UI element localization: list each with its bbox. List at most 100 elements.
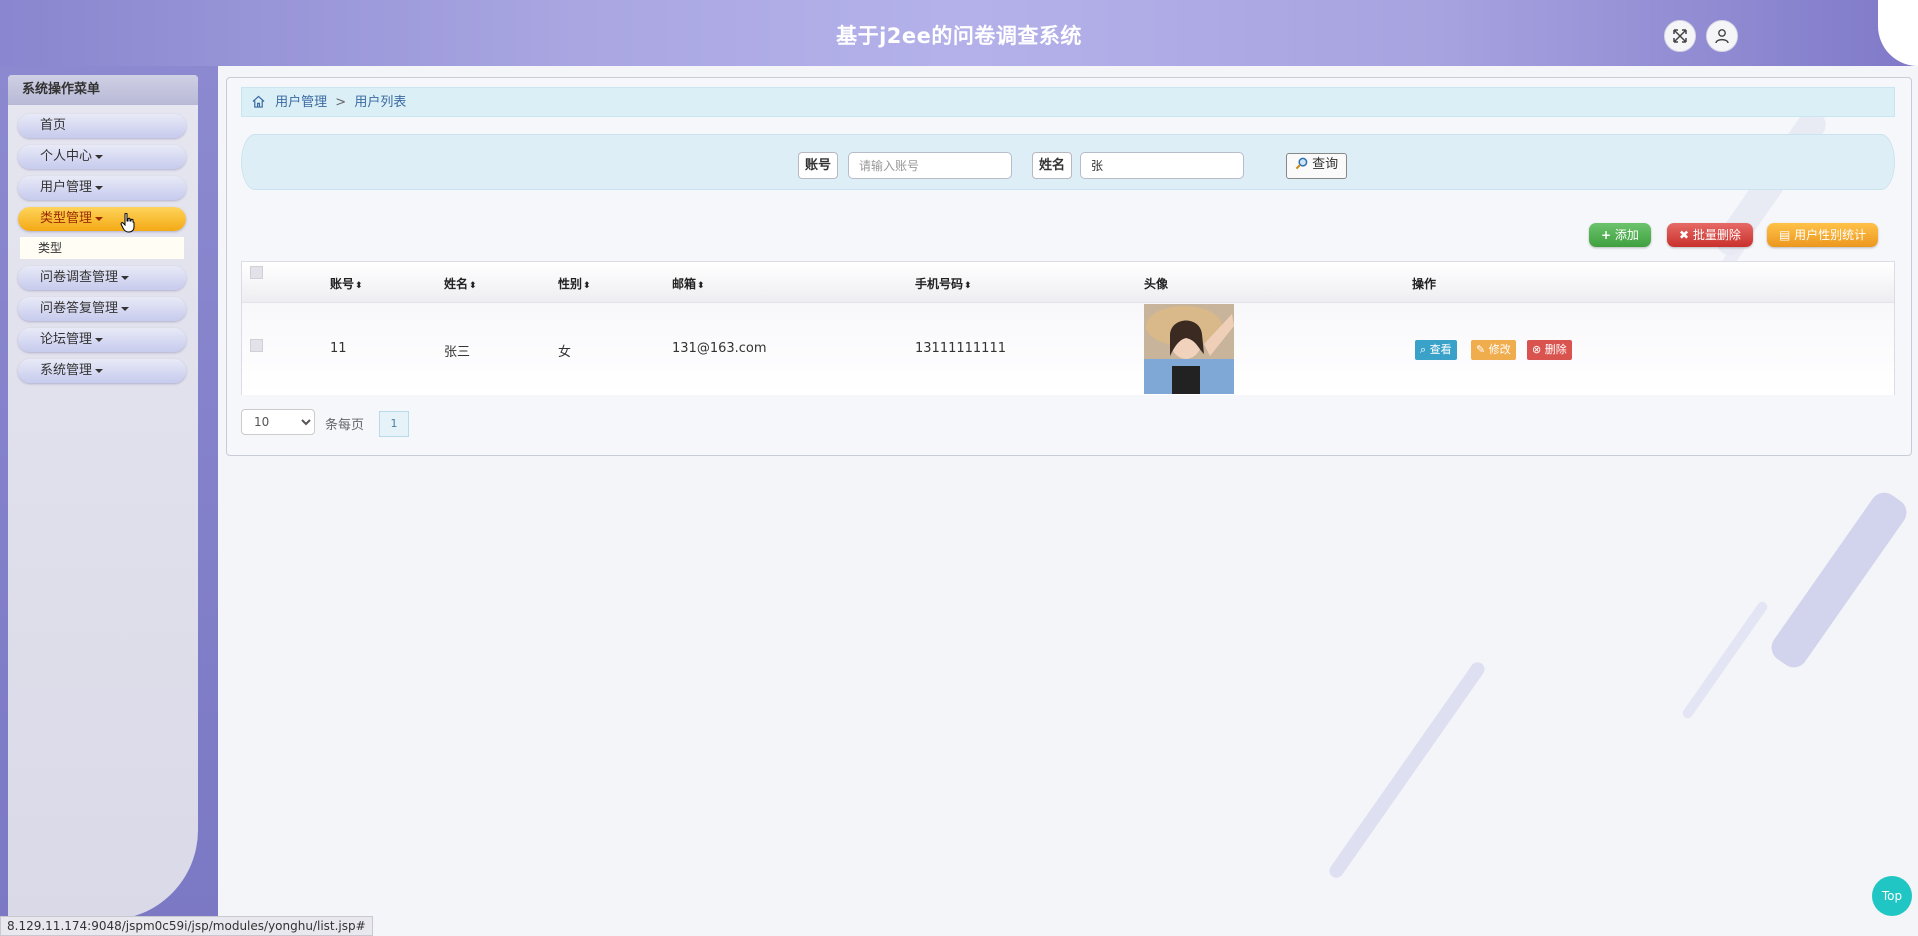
sidebar-item-label: 个人中心 — [40, 149, 93, 164]
breadcrumb-separator: > — [335, 95, 347, 110]
sort-icon: ⬍ — [697, 281, 705, 291]
sidebar-item-label: 用户管理 — [40, 180, 93, 195]
decorative-stripe — [1766, 487, 1912, 673]
caret-down-icon — [95, 154, 104, 159]
avatar — [1144, 304, 1234, 394]
sidebar-item-forum-management[interactable]: 论坛管理 — [18, 328, 186, 352]
caret-down-icon — [121, 306, 130, 311]
column-header-actions: 操作 — [1412, 277, 1437, 291]
top-header: 基于j2ee的问卷调查系统 — [0, 0, 1918, 66]
cell-account: 11 — [330, 341, 347, 356]
caret-down-icon — [95, 216, 104, 221]
column-header-label: 性别 — [558, 277, 583, 291]
column-header-account[interactable]: 账号⬍ — [330, 275, 363, 292]
caret-down-icon — [95, 368, 104, 373]
breadcrumb: 用户管理 > 用户列表 — [241, 87, 1895, 117]
avatar-photo — [1144, 304, 1234, 394]
breadcrumb-user-list: 用户列表 — [354, 95, 407, 110]
column-header-gender[interactable]: 性别⬍ — [558, 275, 591, 292]
breadcrumb-user-management[interactable]: 用户管理 — [275, 95, 327, 110]
search-bar: 账号 姓名 查询 — [241, 134, 1895, 190]
caret-down-icon — [95, 337, 104, 342]
caret-down-icon — [95, 185, 104, 190]
sidebar: 系统操作菜单 首页 个人中心 用户管理 类型管理 类型 问卷调查管理 问卷答复管… — [8, 75, 198, 920]
query-button[interactable]: 查询 — [1286, 153, 1348, 179]
column-header-label: 姓名 — [444, 277, 469, 291]
app-title: 基于j2ee的问卷调查系统 — [836, 24, 1082, 48]
sort-icon: ⬍ — [355, 281, 363, 291]
sidebar-item-type-management[interactable]: 类型管理 — [18, 207, 186, 233]
column-header-name[interactable]: 姓名⬍ — [444, 275, 477, 292]
table-header: 账号⬍ 姓名⬍ 性别⬍ 邮箱⬍ 手机号码⬍ 头像 操作 — [242, 262, 1894, 303]
search-icon: ⌕ — [1420, 343, 1427, 356]
sidebar-item-label: 系统管理 — [40, 363, 93, 378]
sort-icon: ⬍ — [583, 281, 591, 291]
sidebar-item-label: 问卷调查管理 — [40, 270, 119, 285]
batch-delete-label: 批量删除 — [1692, 228, 1741, 242]
gender-stats-label: 用户性别统计 — [1794, 228, 1867, 242]
cell-email: 131@163.com — [672, 341, 767, 356]
view-button[interactable]: ⌕ 查看 — [1415, 340, 1457, 360]
name-search-input[interactable] — [1080, 152, 1244, 179]
cell-name: 张三 — [444, 345, 471, 360]
query-button-label: 查询 — [1312, 157, 1339, 172]
sidebar-item-system-management[interactable]: 系统管理 — [18, 359, 186, 383]
fullscreen-button[interactable] — [1664, 20, 1696, 52]
main-panel: 用户管理 > 用户列表 账号 姓名 查询 + 添加 ✖ 批量删除 ▤ 用户性别统… — [226, 77, 1912, 456]
sidebar-item-home[interactable]: 首页 — [18, 114, 186, 138]
circle-x-icon: ⊗ — [1532, 343, 1542, 356]
submenu-item-type[interactable]: 类型 — [20, 237, 184, 259]
sidebar-item-label: 论坛管理 — [40, 332, 93, 347]
back-to-top-button[interactable]: Top — [1872, 876, 1912, 916]
cell-gender: 女 — [558, 345, 572, 360]
hand-cursor-icon — [120, 213, 135, 233]
user-icon — [1715, 29, 1729, 44]
column-header-avatar: 头像 — [1144, 277, 1169, 291]
search-icon — [1295, 157, 1308, 170]
sort-icon: ⬍ — [469, 281, 477, 291]
gender-stats-button[interactable]: ▤ 用户性别统计 — [1767, 223, 1879, 247]
row-checkbox[interactable] — [250, 339, 263, 352]
account-search-input[interactable] — [848, 152, 1012, 179]
sidebar-item-user-management[interactable]: 用户管理 — [18, 176, 186, 200]
cell-phone: 13111111111 — [915, 341, 1006, 356]
browser-status-url: 8.129.11.174:9048/jspm0c59i/jsp/modules/… — [0, 916, 373, 936]
column-header-email[interactable]: 邮箱⬍ — [672, 275, 705, 292]
decorative-stripe — [1326, 659, 1488, 881]
batch-delete-button[interactable]: ✖ 批量删除 — [1667, 223, 1753, 247]
delete-button[interactable]: ⊗ 删除 — [1527, 340, 1572, 360]
plus-icon: + — [1601, 228, 1612, 242]
column-header-label: 手机号码 — [915, 277, 964, 291]
sidebar-item-label: 类型管理 — [40, 211, 93, 226]
view-button-label: 查看 — [1429, 343, 1452, 356]
close-icon: ✖ — [1679, 228, 1690, 242]
sidebar-item-label: 问卷答复管理 — [40, 301, 119, 316]
per-page-label: 条每页 — [325, 418, 365, 433]
edit-button[interactable]: ✎ 修改 — [1471, 340, 1516, 360]
home-icon[interactable] — [252, 95, 265, 108]
edit-icon: ✎ — [1476, 343, 1486, 356]
user-button[interactable] — [1706, 20, 1738, 52]
sort-icon: ⬍ — [964, 281, 972, 291]
decorative-stripe — [1680, 599, 1770, 721]
user-table: 账号⬍ 姓名⬍ 性别⬍ 邮箱⬍ 手机号码⬍ 头像 操作 11 张三 女 131@… — [241, 261, 1895, 395]
column-header-label: 账号 — [330, 277, 355, 291]
select-all-checkbox[interactable] — [250, 266, 263, 279]
delete-button-label: 删除 — [1544, 343, 1567, 356]
add-button-label: 添加 — [1614, 228, 1639, 242]
column-header-label: 邮箱 — [672, 277, 697, 291]
page-number-button[interactable]: 1 — [379, 411, 409, 437]
sidebar-item-personal-center[interactable]: 个人中心 — [18, 145, 186, 169]
table-row: 11 张三 女 131@163.com 13111111111 ⌕ 查看 ✎ 修… — [242, 303, 1894, 395]
page-size-select[interactable]: 10 — [241, 409, 315, 435]
database-icon: ▤ — [1779, 228, 1791, 242]
column-header-phone[interactable]: 手机号码⬍ — [915, 275, 972, 292]
edit-button-label: 修改 — [1488, 343, 1511, 356]
add-button[interactable]: + 添加 — [1589, 223, 1651, 247]
sidebar-title: 系统操作菜单 — [8, 75, 198, 105]
sidebar-item-survey-management[interactable]: 问卷调查管理 — [18, 266, 186, 290]
caret-down-icon — [121, 275, 130, 280]
sidebar-item-answer-management[interactable]: 问卷答复管理 — [18, 297, 186, 321]
expand-arrows-icon — [1673, 29, 1687, 43]
name-label: 姓名 — [1032, 152, 1073, 179]
